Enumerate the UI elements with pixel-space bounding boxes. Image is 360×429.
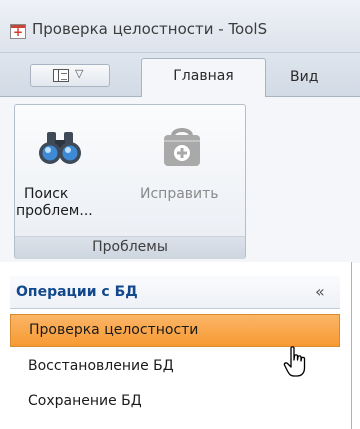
collapse-icon[interactable]: « (315, 282, 325, 301)
app-icon[interactable]: + (10, 24, 26, 39)
fix-button[interactable]: Исправить (126, 118, 236, 230)
window-title: Проверка целостности - ToolS (32, 20, 268, 38)
search-problems-button[interactable]: Поиск проблем... (16, 118, 104, 230)
repair-kit-icon (164, 128, 200, 166)
search-button-label-line1: Поиск (24, 186, 69, 202)
hand-pointer-icon (283, 346, 306, 377)
nav-pane-header: Операции с БД « (10, 276, 340, 309)
title-bar: + Проверка целостности - ToolS (0, 0, 360, 53)
pane-toggle-button[interactable]: ▽ (30, 64, 110, 87)
nav-pane-title: Операции с БД (16, 284, 138, 300)
ribbon-group-label: Проблемы (15, 236, 245, 259)
search-button-label-line2: проблем... (16, 203, 93, 219)
tab-view[interactable]: Вид (290, 60, 318, 94)
tab-home[interactable]: Главная (141, 58, 266, 97)
nav-item-integrity-check[interactable]: Проверка целостности (10, 314, 340, 347)
nav-item-save-db[interactable]: Сохранение БД (10, 385, 340, 418)
pane-toggle-icon (53, 69, 69, 82)
chevron-down-icon: ▽ (75, 67, 84, 80)
fix-button-label: Исправить (140, 186, 219, 202)
binoculars-icon (39, 132, 81, 164)
